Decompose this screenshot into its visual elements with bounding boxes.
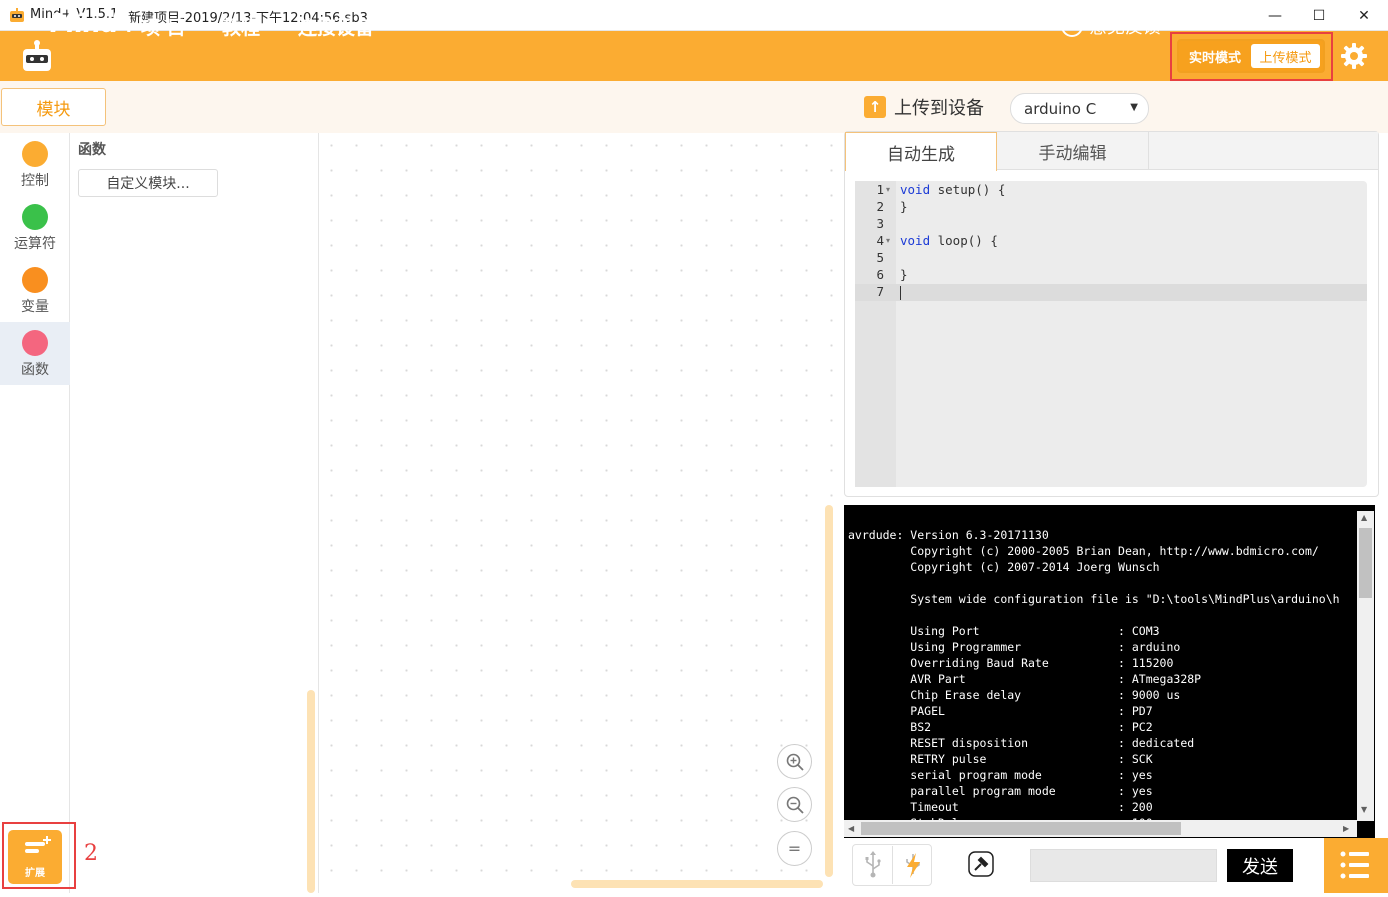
code-line: void loop() {: [900, 232, 998, 249]
scroll-up-icon[interactable]: ▲: [1361, 513, 1367, 522]
code-text: loop() {: [930, 233, 998, 248]
send-button[interactable]: 发送: [1227, 849, 1293, 882]
mindplus-app-icon: [10, 8, 24, 22]
window-title-bar: Mind+ V1.5.1 新建项目-2019/2/13-下午12:04:56.s…: [0, 0, 1388, 31]
serial-tool-icon[interactable]: [968, 851, 994, 877]
fold-toggle-icon[interactable]: ▾: [886, 232, 890, 249]
menu-project-label: 项 目: [141, 17, 186, 39]
code-line: void setup() {: [900, 181, 1005, 198]
upload-mode-button[interactable]: 上传模式: [1251, 44, 1320, 68]
active-line-highlight: [855, 284, 1367, 301]
code-text: }: [900, 267, 908, 282]
chevron-down-icon: [193, 23, 206, 30]
tab-modules[interactable]: 模块: [1, 88, 106, 126]
flash-firmware-icon[interactable]: [901, 850, 925, 880]
upload-arrow-icon: ↑: [864, 96, 886, 118]
chevron-down-icon: [268, 23, 281, 30]
mindplus-logo-text: Mind+: [50, 9, 140, 39]
code-line: }: [900, 266, 908, 283]
upload-to-device-label: 上传到设备: [894, 98, 984, 119]
console-output: avrdude: Version 6.3-20171130 Copyright …: [848, 528, 1340, 820]
maximize-button[interactable]: ☐: [1296, 0, 1342, 31]
minimize-button[interactable]: —: [1252, 0, 1298, 31]
close-button[interactable]: ✕: [1341, 0, 1387, 31]
code-editor[interactable]: [855, 181, 1367, 487]
upload-to-device-button[interactable]: ↑ 上传到设备: [864, 94, 984, 120]
line-number: 1: [876, 182, 884, 197]
line-number: 4: [876, 233, 884, 248]
text-cursor: [900, 286, 901, 300]
custom-block-button[interactable]: 自定义模块...: [78, 169, 218, 197]
list-icon: [1340, 851, 1369, 879]
chevron-down-icon: [382, 23, 395, 30]
line-number: 7: [876, 284, 884, 299]
code-line: }: [900, 198, 908, 215]
console-horizontal-scroll-thumb[interactable]: [861, 822, 1181, 835]
menu-connect-device[interactable]: 连接设备: [298, 13, 395, 40]
code-text: }: [900, 199, 908, 214]
annotation-label-2: 2: [84, 841, 98, 866]
category-variables-label: 变量: [21, 299, 49, 315]
menu-tutorial[interactable]: 教程: [222, 13, 281, 40]
line-number: 2: [876, 199, 884, 214]
zoom-in-icon: [786, 753, 804, 771]
zoom-out-button[interactable]: [777, 787, 812, 822]
code-text: setup() {: [930, 182, 1006, 197]
realtime-mode-button[interactable]: 实时模式: [1183, 45, 1247, 67]
extensions-label: 扩展: [25, 868, 45, 879]
console-vertical-scroll-thumb[interactable]: [1359, 528, 1372, 598]
scroll-left-icon[interactable]: ◀: [848, 824, 854, 833]
category-functions-dot: [22, 330, 48, 356]
serial-send-input[interactable]: [1030, 849, 1217, 882]
question-icon: ?: [1061, 15, 1083, 37]
fold-toggle-icon[interactable]: ▾: [886, 181, 890, 198]
category-variables[interactable]: 变量: [0, 259, 70, 322]
feedback-button[interactable]: ? 意见反馈: [1061, 13, 1161, 39]
zoom-out-icon: [786, 796, 804, 814]
line-number: 3: [876, 216, 884, 231]
menu-tutorial-label: 教程: [222, 17, 261, 39]
workspace-vertical-scrollbar[interactable]: [825, 505, 833, 877]
menu-connect-device-label: 连接设备: [298, 17, 375, 39]
toolbar: [0, 81, 1388, 133]
category-control-dot: [22, 141, 48, 167]
device-select[interactable]: arduino C ▼: [1010, 93, 1149, 124]
category-control[interactable]: 控制: [0, 133, 70, 196]
block-palette: [70, 133, 319, 893]
code-keyword: void: [900, 233, 931, 248]
palette-heading: 函数: [78, 142, 106, 158]
category-control-label: 控制: [21, 173, 49, 189]
zoom-in-button[interactable]: [777, 744, 812, 779]
menu-project[interactable]: 项 目: [141, 13, 206, 40]
line-number: 6: [876, 267, 884, 282]
feedback-label: 意见反馈: [1089, 17, 1161, 38]
block-workspace[interactable]: [319, 133, 837, 893]
category-operators-dot: [22, 204, 48, 230]
extensions-icon: [25, 836, 51, 853]
device-select-value: arduino C: [1024, 99, 1097, 118]
category-operators-label: 运算符: [14, 236, 56, 252]
line-number: 5: [876, 250, 884, 265]
tab-auto-generate[interactable]: 自动生成: [845, 132, 997, 171]
category-operators[interactable]: 运算符: [0, 196, 70, 259]
palette-scrollbar[interactable]: [307, 690, 315, 893]
category-functions-label: 函数: [21, 362, 49, 378]
category-variables-dot: [22, 267, 48, 293]
dropdown-caret-icon: ▼: [1130, 102, 1138, 113]
zoom-reset-button[interactable]: =: [777, 831, 812, 866]
category-functions[interactable]: 函数: [0, 322, 70, 385]
scroll-down-icon[interactable]: ▼: [1361, 805, 1367, 814]
usb-icon: [865, 851, 881, 878]
mindplus-robot-logo-icon: [23, 40, 51, 71]
serial-menu-button[interactable]: [1324, 838, 1388, 893]
gear-icon[interactable]: [1340, 42, 1368, 70]
connection-divider: [892, 846, 893, 884]
scroll-right-icon[interactable]: ▶: [1343, 824, 1349, 833]
workspace-horizontal-scrollbar[interactable]: [571, 880, 823, 888]
code-keyword: void: [900, 182, 931, 197]
tab-manual-edit[interactable]: 手动编辑: [997, 132, 1149, 170]
